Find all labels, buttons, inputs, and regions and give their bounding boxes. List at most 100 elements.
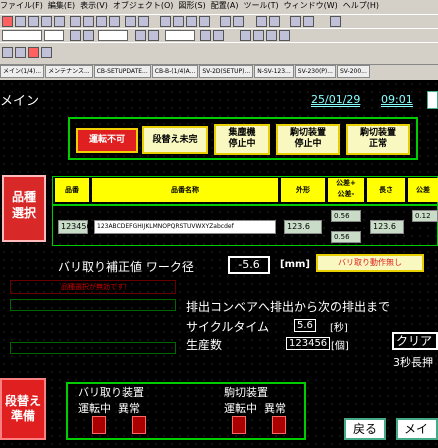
koma-running-lamp bbox=[232, 416, 246, 434]
cell-outer: 123.6 bbox=[284, 220, 322, 234]
check-tool-icon[interactable] bbox=[330, 16, 341, 27]
cycle-time-label: サイクルタイム bbox=[186, 320, 270, 334]
menu-item-5[interactable]: 配置(A) bbox=[211, 1, 239, 10]
status-changeover-incomplete: 段替え未完 bbox=[142, 126, 208, 154]
pen-icon[interactable] bbox=[213, 30, 224, 41]
hold-hint: 3秒長押 bbox=[393, 356, 433, 369]
date-display: 25/01/29 bbox=[311, 93, 361, 107]
burr-running-lamp bbox=[92, 416, 106, 434]
burr-status-indicator: バリ取り動作無し bbox=[316, 254, 424, 272]
page-list-icon[interactable] bbox=[41, 47, 52, 58]
menu-item-8[interactable]: ヘルプ(H) bbox=[343, 1, 379, 10]
screen-tab-4[interactable]: SV-2D(SETUP)... bbox=[199, 65, 254, 78]
find-tool-icon[interactable] bbox=[233, 16, 244, 27]
production-count-unit: [個] bbox=[331, 341, 349, 352]
editor-canvas: メイン 25/01/29 09:01 運転不可 段替え未完 集塵機 停止中 駒切… bbox=[0, 80, 438, 448]
fill-icon[interactable] bbox=[200, 30, 211, 41]
line-tool-icon[interactable] bbox=[41, 16, 52, 27]
production-count-value: 123456 bbox=[286, 337, 331, 350]
ruler-icon[interactable] bbox=[266, 30, 277, 41]
screen-tab-7[interactable]: SV-200... bbox=[336, 65, 370, 78]
select-tool-icon[interactable] bbox=[2, 16, 13, 27]
cell-tol2: 0.12 bbox=[412, 210, 438, 222]
part-tool-icon[interactable] bbox=[125, 16, 136, 27]
menu-item-4[interactable]: 図形(S) bbox=[178, 1, 205, 10]
screen-tab-bar: メイン(1/4)... メンテナンス... CB-SETUPDATE... CB-B-… bbox=[0, 64, 438, 78]
koma-device-running: 運転中 bbox=[224, 402, 257, 415]
koma-device-label: 駒切装置 bbox=[224, 386, 268, 399]
page-next-icon[interactable] bbox=[15, 47, 26, 58]
lamp-tool-icon[interactable] bbox=[70, 16, 81, 27]
circle-tool-icon[interactable] bbox=[54, 16, 65, 27]
group-tool-icon[interactable] bbox=[173, 16, 184, 27]
rect-tool-icon[interactable] bbox=[15, 16, 26, 27]
run-tool-icon[interactable] bbox=[303, 16, 314, 27]
table-tool-icon[interactable] bbox=[138, 16, 149, 27]
menu-item-3[interactable]: オブジェクト(O) bbox=[113, 1, 174, 10]
page-switch-button[interactable] bbox=[427, 91, 438, 109]
sim-tool-icon[interactable] bbox=[290, 16, 301, 27]
zoom-tool-icon[interactable] bbox=[220, 16, 231, 27]
layer-tool-icon[interactable] bbox=[256, 16, 267, 27]
koma-device-fault: 異常 bbox=[264, 402, 286, 415]
cell-tol-minus: 0.56 bbox=[331, 231, 361, 243]
col-header-outer: 外形 bbox=[281, 178, 325, 202]
menu-item-1[interactable]: 編集(E) bbox=[48, 1, 75, 10]
error-message: 品種選択が無効です！ bbox=[10, 280, 176, 294]
menu-item-7[interactable]: ウィンドウ(W) bbox=[284, 1, 338, 10]
data-tool-icon[interactable] bbox=[96, 16, 107, 27]
menu-item-6[interactable]: ツール(T) bbox=[243, 1, 278, 10]
back-button[interactable]: 戻る bbox=[344, 418, 386, 440]
burr-comp-unit: [mm] bbox=[280, 259, 310, 270]
grid-tool-icon[interactable] bbox=[199, 16, 210, 27]
col-header-name: 品番名称 bbox=[92, 178, 278, 202]
toolbar-1 bbox=[0, 14, 438, 28]
product-select-button[interactable]: 品種 選択 bbox=[2, 175, 46, 242]
screen-icon[interactable] bbox=[240, 30, 251, 41]
screen-tab-6[interactable]: SV-230(P)... bbox=[294, 65, 336, 78]
app-chrome: ファイル(F) 編集(E) 表示(V) オブジェクト(O) 図形(S) 配置(A) ツール(… bbox=[0, 0, 438, 80]
cell-tol-plus: 0.56 bbox=[331, 210, 361, 222]
zoom-out-icon[interactable] bbox=[83, 30, 94, 41]
cell-length: 123.6 bbox=[370, 220, 404, 234]
cell-product-name: 123ABCDEFGHIJKLMNOPQRSTUVWXYZabcdef bbox=[94, 220, 276, 234]
order-tool-icon[interactable] bbox=[186, 16, 197, 27]
align-tool-icon[interactable] bbox=[160, 16, 171, 27]
text-tool-icon[interactable] bbox=[28, 16, 39, 27]
switch-tool-icon[interactable] bbox=[83, 16, 94, 27]
status-dust-collector: 集塵機 停止中 bbox=[214, 124, 270, 155]
bold-icon[interactable] bbox=[135, 30, 146, 41]
screen-title: メイン bbox=[0, 94, 40, 109]
size-field[interactable] bbox=[44, 30, 64, 41]
preview-tool-icon[interactable] bbox=[269, 16, 280, 27]
changeover-prep-button[interactable]: 段替え 準備 bbox=[0, 378, 46, 440]
message-line-2 bbox=[10, 299, 176, 311]
menu-item-0[interactable]: ファイル(F) bbox=[0, 1, 43, 10]
screen-tab-0[interactable]: メイン(1/4)... bbox=[0, 65, 45, 78]
toolbar-2 bbox=[0, 28, 438, 42]
burr-comp-value[interactable]: -5.6 bbox=[228, 256, 270, 274]
cycle-time-unit: [秒] bbox=[330, 323, 348, 334]
screen-tab-3[interactable]: CB-B-(1/4)A... bbox=[151, 65, 199, 78]
cycle-time-value: 5.6 bbox=[294, 319, 316, 332]
page-home-icon[interactable] bbox=[28, 47, 39, 58]
main-menu-button[interactable]: メイ bbox=[396, 418, 438, 440]
zoom-in-icon[interactable] bbox=[70, 30, 81, 41]
menu-item-2[interactable]: 表示(V) bbox=[80, 1, 108, 10]
clear-button[interactable]: クリア bbox=[392, 332, 438, 350]
menu-bar: ファイル(F) 編集(E) 表示(V) オブジェクト(O) 図形(S) 配置(A) ツール(… bbox=[0, 0, 438, 14]
cell-product-no: 123456 bbox=[58, 220, 92, 234]
font-field[interactable] bbox=[2, 30, 42, 41]
page-prev-icon[interactable] bbox=[2, 47, 13, 58]
zoom-field[interactable] bbox=[98, 30, 128, 41]
snap-icon[interactable] bbox=[279, 30, 290, 41]
screen-tab-1[interactable]: メンテナンス... bbox=[45, 65, 93, 78]
burr-device-label: バリ取り装置 bbox=[78, 386, 144, 399]
italic-icon[interactable] bbox=[148, 30, 159, 41]
window-icon[interactable] bbox=[253, 30, 264, 41]
graph-tool-icon[interactable] bbox=[109, 16, 120, 27]
time-display: 09:01 bbox=[381, 93, 413, 107]
color-field[interactable] bbox=[165, 30, 195, 41]
screen-tab-2[interactable]: CB-SETUPDATE... bbox=[93, 65, 151, 78]
screen-tab-5[interactable]: N-SV-123... bbox=[254, 65, 294, 78]
